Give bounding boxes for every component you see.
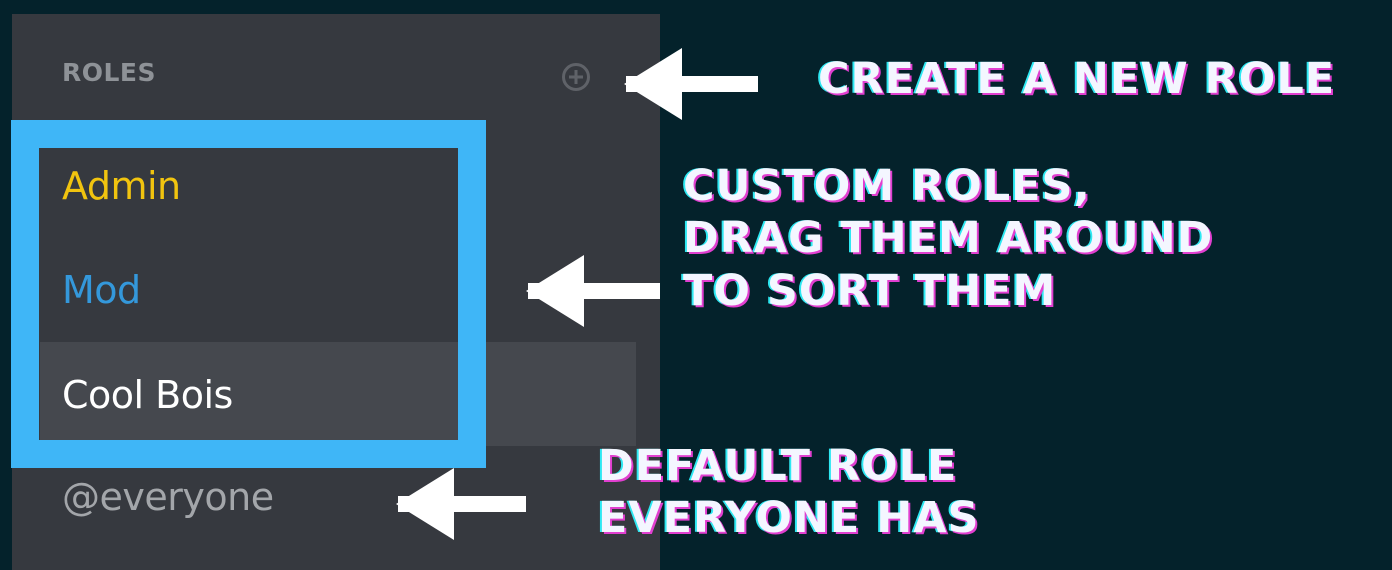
roles-header: ROLES	[62, 58, 157, 87]
arrow-left-icon	[526, 255, 660, 327]
annotation-line: DRAG THEM AROUND	[683, 213, 1214, 264]
role-item-cool-bois[interactable]: Cool Bois	[62, 373, 233, 417]
annotation-create-role: CREATE A NEW ROLE	[818, 54, 1336, 104]
add-role-button[interactable]	[562, 63, 590, 91]
role-item-everyone[interactable]: @everyone	[62, 475, 274, 519]
role-item-admin[interactable]: Admin	[62, 164, 181, 208]
role-item-mod[interactable]: Mod	[62, 268, 141, 312]
annotation-line: EVERYONE HAS	[598, 493, 980, 544]
annotation-line: DEFAULT ROLE	[598, 441, 958, 491]
annotation-line: CUSTOM ROLES,	[683, 161, 1091, 211]
annotation-default-role: DEFAULT ROLE EVERYONE HAS	[598, 440, 980, 545]
arrow-left-icon	[396, 468, 526, 540]
arrow-left-icon	[624, 48, 758, 120]
annotation-line: TO SORT THEM	[683, 265, 1057, 316]
annotation-custom-roles: CUSTOM ROLES, DRAG THEM AROUND TO SORT T…	[683, 160, 1213, 317]
